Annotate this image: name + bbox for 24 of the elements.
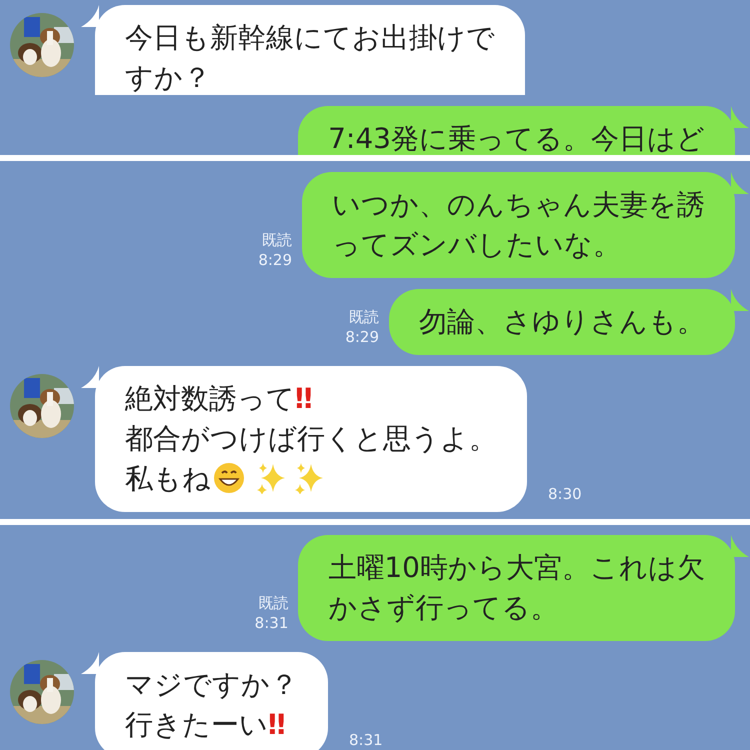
sparkles-icon: [255, 462, 285, 494]
timestamp: 8:30: [548, 484, 582, 504]
message-text: 行きたーい‼: [125, 707, 287, 743]
message-text: かさず行ってる。: [328, 590, 560, 626]
grinning-face-icon: [213, 462, 245, 494]
message-text: 絶対数誘って‼: [125, 381, 314, 417]
timestamp: 8:29: [345, 327, 379, 347]
message-text: 土曜10時から大宮。これは欠: [328, 550, 705, 586]
timestamp: 8:31: [254, 613, 288, 633]
message-text: いつか、のんちゃん夫妻を誘: [332, 187, 705, 223]
message-text: すか？: [125, 60, 212, 95]
read-receipt: 既読: [262, 230, 292, 250]
message-text: 勿論、さゆりさんも。: [419, 304, 705, 340]
timestamp: 8:31: [349, 730, 383, 750]
sparkles-icon: [293, 462, 323, 494]
message-text: ってズンバしたいな。: [332, 227, 622, 263]
message-text: 都合がつけば行くと思うよ。: [125, 421, 497, 457]
read-receipt: 既読: [349, 307, 379, 327]
message-text: 私もね: [125, 459, 497, 499]
message-text: 7:43発に乗ってる。今日はど: [328, 121, 705, 155]
read-receipt: 既読: [258, 593, 288, 613]
message-text: 今日も新幹線にてお出掛けで: [125, 20, 495, 56]
message-text: マジですか？: [125, 667, 298, 703]
timestamp: 8:29: [258, 250, 292, 270]
